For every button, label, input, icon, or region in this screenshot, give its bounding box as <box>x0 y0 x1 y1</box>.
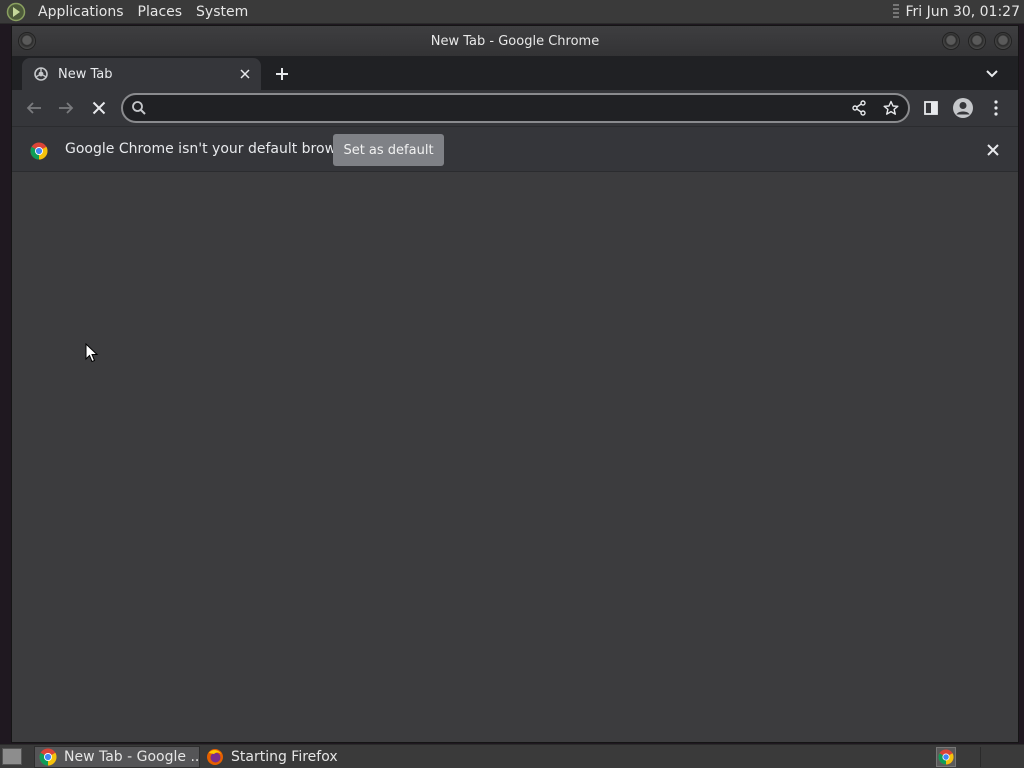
menu-kebab-icon[interactable] <box>984 96 1008 120</box>
window-titlebar[interactable]: New Tab - Google Chrome <box>12 26 1018 56</box>
applications-logo-icon[interactable] <box>5 1 27 23</box>
tab-close-icon[interactable] <box>235 64 255 84</box>
address-input[interactable] <box>155 98 835 118</box>
taskbar-item-label: New Tab - Google ... <box>64 749 199 765</box>
back-arrow-icon[interactable] <box>22 96 46 120</box>
tab-search-chevron-down-icon[interactable] <box>982 64 1002 84</box>
set-as-default-button[interactable]: Set as default <box>333 134 444 166</box>
default-browser-infobar: Google Chrome isn't your default browser… <box>12 126 1018 172</box>
side-panel-icon[interactable] <box>919 96 943 120</box>
omnibox[interactable] <box>121 93 910 123</box>
chrome-window: New Tab - Google Chrome New Tab Google C… <box>11 25 1019 743</box>
browser-toolbar <box>12 90 1018 126</box>
chrome-icon <box>39 748 57 766</box>
bookmark-star-icon[interactable] <box>882 99 900 117</box>
profile-avatar-icon[interactable] <box>951 96 975 120</box>
page-content[interactable] <box>12 173 1018 742</box>
stop-loading-x-icon[interactable] <box>87 96 111 120</box>
minimize-icon[interactable] <box>942 32 960 50</box>
menu-places[interactable]: Places <box>131 0 190 24</box>
show-desktop-icon[interactable] <box>2 748 22 765</box>
firefox-icon <box>207 749 223 765</box>
close-window-icon[interactable] <box>994 32 1012 50</box>
bottom-panel: New Tab - Google ... Starting Firefox <box>0 744 1024 768</box>
clock[interactable]: Fri Jun 30, 01:27 <box>905 4 1024 20</box>
tray-chrome-icon[interactable] <box>936 747 956 767</box>
infobar-message: Google Chrome isn't your default browser <box>65 141 358 157</box>
window-menu-icon[interactable] <box>18 32 36 50</box>
window-title: New Tab - Google Chrome <box>430 33 600 49</box>
top-panel-tray: Fri Jun 30, 01:27 <box>893 0 1024 24</box>
chrome-logo-icon <box>30 142 48 160</box>
forward-arrow-icon[interactable] <box>54 96 78 120</box>
maximize-icon[interactable] <box>968 32 986 50</box>
new-tab-plus-icon[interactable] <box>272 64 292 84</box>
menu-applications[interactable]: Applications <box>31 0 131 24</box>
tab-strip: New Tab <box>12 56 1018 90</box>
mouse-cursor-icon <box>85 343 99 363</box>
top-panel: Applications Places System Fri Jun 30, 0… <box>0 0 1024 24</box>
chrome-favicon-icon <box>33 66 49 82</box>
tab-title: New Tab <box>58 66 113 82</box>
tray-separator <box>980 747 981 767</box>
taskbar-item-firefox[interactable]: Starting Firefox <box>202 746 362 768</box>
taskbar-item-chrome[interactable]: New Tab - Google ... <box>34 746 200 768</box>
share-icon[interactable] <box>850 99 868 117</box>
taskbar-item-label: Starting Firefox <box>231 749 338 765</box>
panel-handle-icon[interactable] <box>893 4 900 20</box>
search-icon <box>132 101 146 115</box>
infobar-close-icon[interactable] <box>984 141 1002 159</box>
menu-system[interactable]: System <box>189 0 255 24</box>
tab-new-tab[interactable]: New Tab <box>22 58 261 90</box>
